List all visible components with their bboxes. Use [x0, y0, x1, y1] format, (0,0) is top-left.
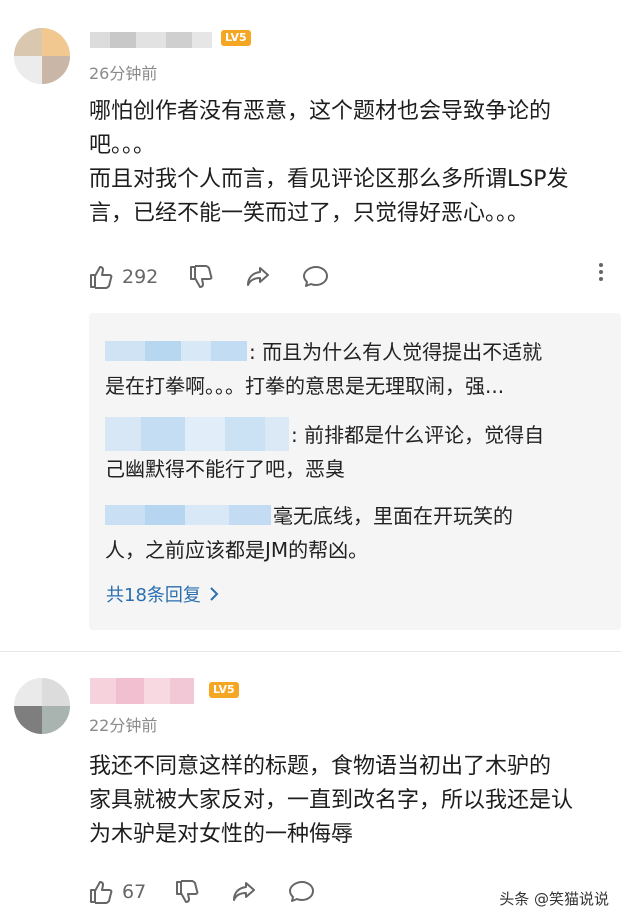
share-button[interactable] — [231, 875, 257, 909]
thumbs-up-icon — [90, 266, 113, 289]
reply-username-blurred[interactable] — [105, 501, 271, 525]
comment-icon — [289, 881, 314, 902]
like-button[interactable]: 67 — [88, 875, 146, 909]
comment-line: 我还不同意这样的标题，食物语当初出了木驴的 — [89, 754, 552, 779]
level-badge: LV5 — [221, 30, 251, 46]
share-icon — [233, 882, 255, 901]
reply-button[interactable] — [302, 260, 330, 294]
reply-item[interactable]: : 而且为什么有人觉得提出不适就 是在打拳啊。。。打拳的意思是无理取闹，强... — [105, 335, 595, 403]
like-count: 67 — [122, 881, 147, 903]
avatar[interactable] — [14, 678, 70, 734]
comment-line: 言，已经不能一笑而过了，只觉得好恶心。。。 — [89, 201, 530, 226]
username-blurred[interactable] — [90, 32, 212, 48]
view-all-replies-label: 共18条回复 — [106, 585, 201, 606]
view-all-replies-link[interactable]: 共18条回复 — [106, 581, 219, 607]
share-icon — [247, 267, 269, 286]
level-badge: LV5 — [209, 682, 239, 698]
watermark: 头条 @笑猫说说 — [499, 890, 609, 908]
reply-username-blurred[interactable] — [105, 417, 289, 451]
like-count: 292 — [122, 266, 159, 288]
share-button[interactable] — [245, 260, 271, 294]
comment-time: 22分钟前 — [89, 716, 158, 735]
reply-text: 人，之前应该都是JM的帮凶。 — [105, 538, 369, 562]
reply-text: : 而且为什么有人觉得提出不适就 — [249, 340, 543, 364]
avatar[interactable] — [14, 28, 70, 84]
comment-body[interactable]: 我还不同意这样的标题，食物语当初出了木驴的 家具就被大家反对，一直到改名字，所以… — [89, 750, 614, 852]
comment-line: 哪怕创作者没有恶意，这个题材也会导致争论的 — [89, 99, 552, 124]
chevron-right-icon — [210, 587, 219, 601]
reply-text: 是在打拳啊。。。打拳的意思是无理取闹，强... — [105, 374, 505, 398]
reply-username-blurred[interactable] — [105, 337, 247, 361]
like-button[interactable]: 292 — [88, 260, 158, 294]
reply-text: 己幽默得不能行了吧，恶臭 — [105, 457, 345, 481]
more-icon[interactable] — [594, 260, 608, 294]
comment-line: 家具就被大家反对，一直到改名字，所以我还是认 — [89, 788, 574, 813]
reply-text: 毫无底线，里面在开玩笑的 — [273, 504, 513, 528]
thumbs-up-icon — [90, 881, 113, 904]
comment-actions: 292 — [88, 260, 618, 294]
comment-line: 而且对我个人而言，看见评论区那么多所谓LSP发 — [89, 167, 569, 192]
dislike-button[interactable] — [188, 260, 214, 294]
comment-time: 26分钟前 — [89, 64, 158, 83]
thumbs-down-icon — [190, 265, 213, 288]
comment-line: 吧。。。 — [89, 133, 156, 158]
comment-line: 为木驴是对女性的一种侮辱 — [89, 822, 354, 847]
reply-button[interactable] — [288, 875, 316, 909]
dislike-button[interactable] — [174, 875, 200, 909]
thumbs-down-icon — [176, 880, 199, 903]
reply-item[interactable]: 毫无底线，里面在开玩笑的 人，之前应该都是JM的帮凶。 — [105, 499, 595, 567]
comment-2: LV5 22分钟前 我还不同意这样的标题，食物语当初出了木驴的 家具就被大家反对… — [0, 652, 621, 917]
comment-icon — [303, 266, 328, 287]
reply-list: : 而且为什么有人觉得提出不适就 是在打拳啊。。。打拳的意思是无理取闹，强...… — [89, 313, 621, 630]
reply-item[interactable]: : 前排都是什么评论，觉得自 己幽默得不能行了吧，恶臭 — [105, 417, 595, 486]
comment-body[interactable]: 哪怕创作者没有恶意，这个题材也会导致争论的 吧。。。 而且对我个人而言，看见评论… — [89, 95, 614, 231]
comment-1: LV5 26分钟前 哪怕创作者没有恶意，这个题材也会导致争论的 吧。。。 而且对… — [0, 0, 621, 650]
reply-text: : 前排都是什么评论，觉得自 — [291, 423, 545, 447]
username-blurred[interactable] — [90, 678, 194, 704]
